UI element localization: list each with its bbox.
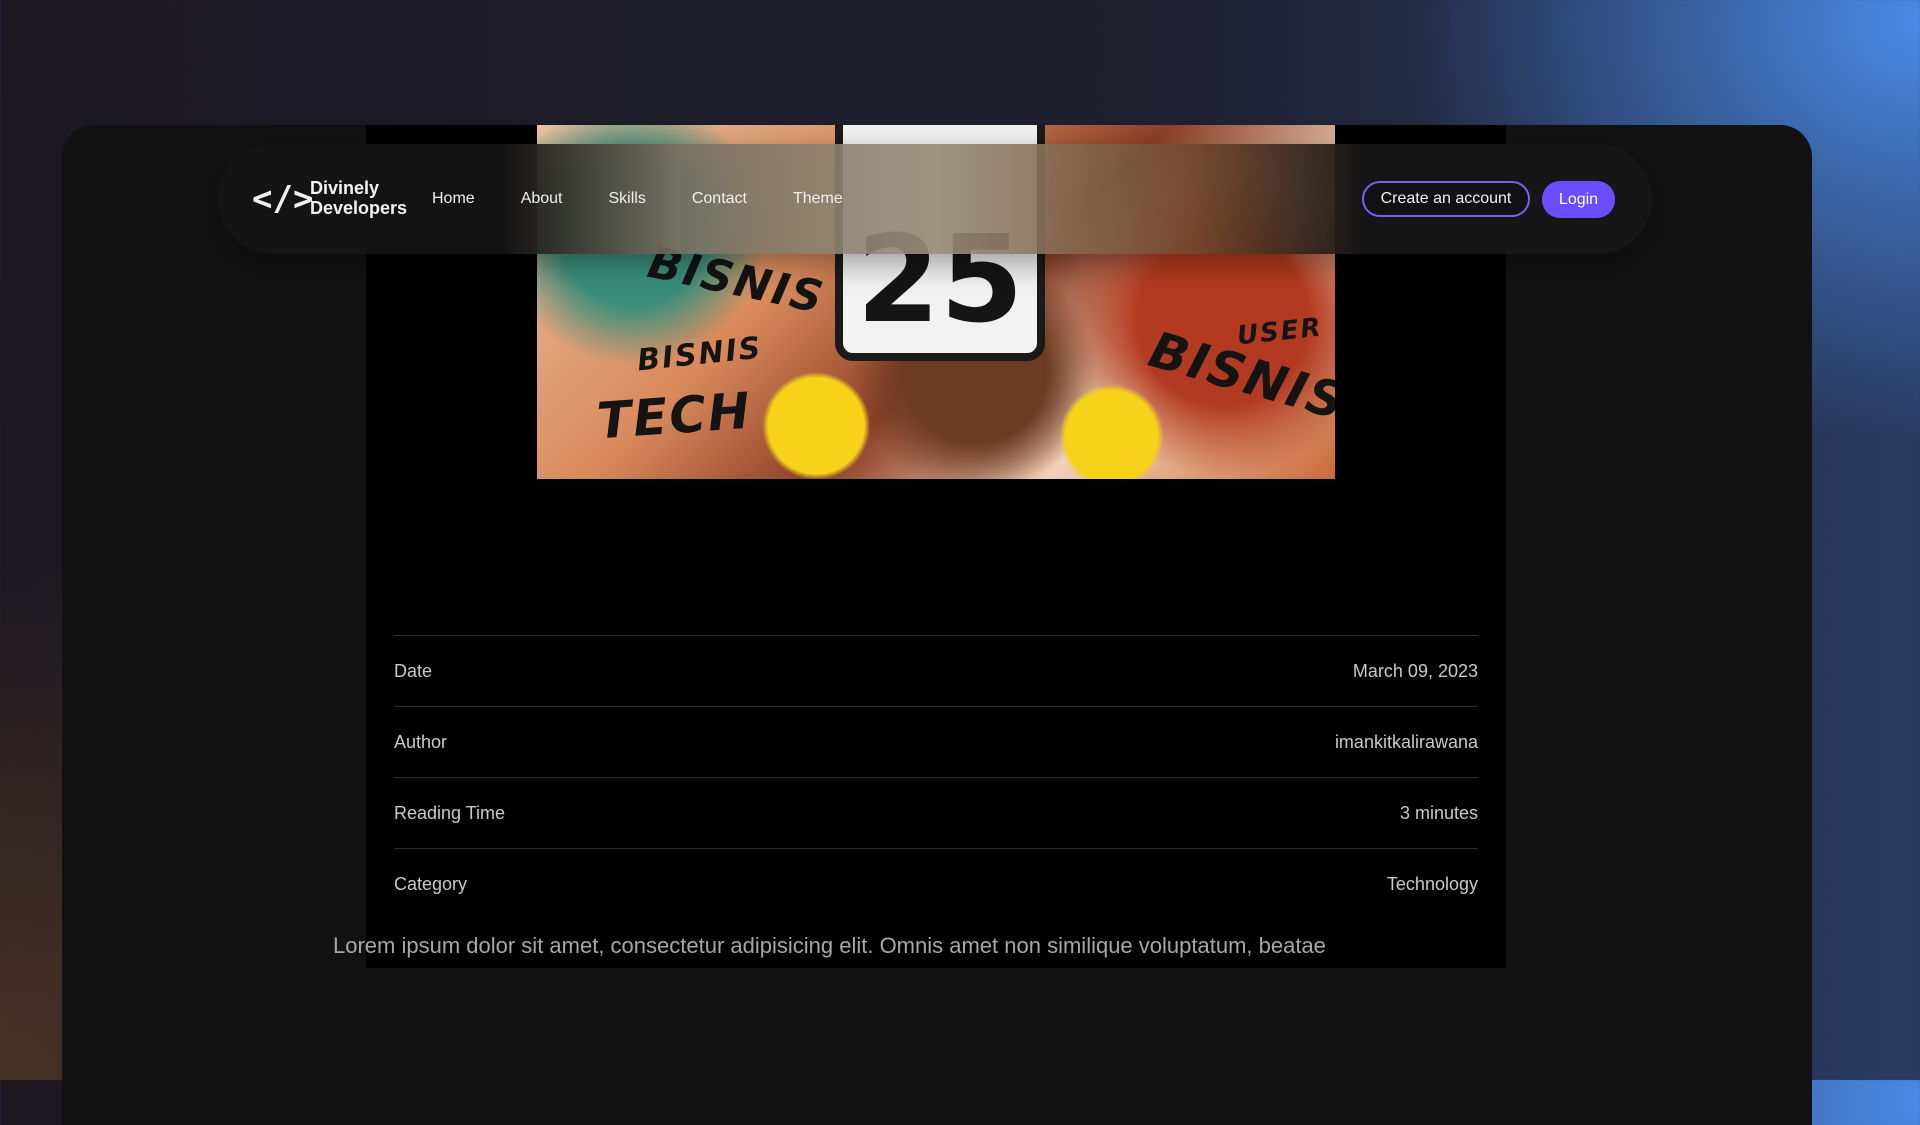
brand-name-line2: Developers: [310, 198, 408, 218]
graffiti-text: TECH: [595, 381, 754, 451]
nav-link-contact[interactable]: Contact: [692, 190, 747, 208]
meta-value: imankitkalirawana: [1334, 731, 1478, 752]
nav-links: Home About Skills Contact Theme: [432, 144, 889, 254]
nav-link-theme[interactable]: Theme: [793, 190, 843, 208]
meta-row-reading-time: Reading Time 3 minutes: [394, 777, 1478, 848]
meta-value: 3 minutes: [1399, 802, 1478, 823]
meta-label: Reading Time: [394, 802, 506, 823]
create-account-button[interactable]: Create an account: [1362, 181, 1530, 217]
graffiti-text: BISNIS: [635, 330, 765, 379]
nav-link-about[interactable]: About: [521, 190, 563, 208]
meta-label: Author: [394, 731, 448, 752]
meta-row-author: Author imankitkalirawana: [394, 706, 1478, 777]
meta-row-category: Category Technology: [394, 848, 1478, 919]
meta-label: Category: [394, 873, 468, 894]
brand-name[interactable]: Divinely Developers: [310, 178, 407, 218]
article-body-text: Lorem ipsum dolor sit amet, consectetur …: [333, 933, 1326, 958]
brand-name-line1: Divinely: [310, 178, 380, 198]
meta-row-date: Date March 09, 2023: [394, 635, 1478, 706]
page-frame: 25 BISNIS BISNIS TECH USER BISNIS Date Ma…: [62, 125, 1812, 1125]
meta-value: Technology: [1386, 873, 1478, 894]
code-brackets-icon[interactable]: </>: [252, 179, 313, 219]
nav-link-home[interactable]: Home: [432, 190, 475, 208]
top-navbar: </> Divinely Developers Home About Skill…: [218, 144, 1652, 254]
meta-label: Date: [394, 660, 433, 681]
login-button[interactable]: Login: [1542, 181, 1615, 218]
meta-value: March 09, 2023: [1352, 660, 1478, 681]
nav-link-skills[interactable]: Skills: [609, 190, 646, 208]
article-meta-table: Date March 09, 2023 Author imankitkalirawan…: [394, 635, 1478, 919]
